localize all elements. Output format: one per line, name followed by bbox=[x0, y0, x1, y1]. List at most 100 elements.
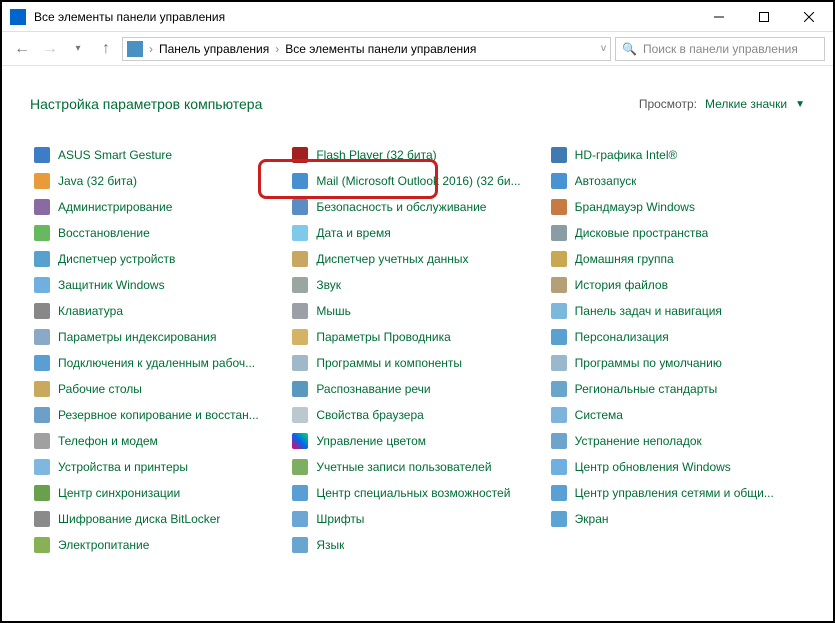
control-panel-item[interactable]: Автозапуск bbox=[547, 168, 805, 194]
control-panel-item[interactable]: Шрифты bbox=[288, 506, 546, 532]
control-panel-item[interactable]: Программы и компоненты bbox=[288, 350, 546, 376]
control-panel-item[interactable]: Центр управления сетями и общи... bbox=[547, 480, 805, 506]
control-panel-item[interactable]: Брандмауэр Windows bbox=[547, 194, 805, 220]
item-icon bbox=[292, 147, 308, 163]
item-label: Шрифты bbox=[316, 512, 364, 526]
item-label: Подключения к удаленным рабоч... bbox=[58, 356, 255, 370]
control-panel-item[interactable]: Администрирование bbox=[30, 194, 288, 220]
item-label: HD-графика Intel® bbox=[575, 148, 678, 162]
control-panel-item[interactable]: Распознавание речи bbox=[288, 376, 546, 402]
control-panel-item[interactable]: Клавиатура bbox=[30, 298, 288, 324]
item-label: Устройства и принтеры bbox=[58, 460, 188, 474]
control-panel-item[interactable]: Свойства браузера bbox=[288, 402, 546, 428]
item-icon bbox=[292, 355, 308, 371]
item-icon bbox=[34, 459, 50, 475]
control-panel-item[interactable]: Диспетчер учетных данных bbox=[288, 246, 546, 272]
control-panel-item[interactable]: Восстановление bbox=[30, 220, 288, 246]
items-grid: ASUS Smart GestureJava (32 бита)Админист… bbox=[30, 142, 805, 558]
control-panel-item[interactable]: Электропитание bbox=[30, 532, 288, 558]
control-panel-item[interactable]: HD-графика Intel® bbox=[547, 142, 805, 168]
control-panel-item[interactable]: Подключения к удаленным рабоч... bbox=[30, 350, 288, 376]
window-icon bbox=[10, 9, 26, 25]
control-panel-item[interactable]: Учетные записи пользователей bbox=[288, 454, 546, 480]
control-panel-item[interactable]: Региональные стандарты bbox=[547, 376, 805, 402]
item-label: Телефон и модем bbox=[58, 434, 158, 448]
control-panel-item[interactable]: Телефон и модем bbox=[30, 428, 288, 454]
item-label: Программы по умолчанию bbox=[575, 356, 722, 370]
control-panel-item[interactable]: Центр синхронизации bbox=[30, 480, 288, 506]
column-1: Flash Player (32 бита)Mail (Microsoft Ou… bbox=[288, 142, 546, 558]
search-input[interactable]: 🔍 Поиск в панели управления bbox=[615, 37, 825, 61]
control-panel-item[interactable]: Система bbox=[547, 402, 805, 428]
view-selector[interactable]: Просмотр: Мелкие значки ▼ bbox=[639, 97, 805, 111]
forward-button[interactable]: → bbox=[38, 37, 62, 61]
control-panel-item[interactable]: Звук bbox=[288, 272, 546, 298]
control-panel-item[interactable]: Мышь bbox=[288, 298, 546, 324]
control-panel-item[interactable]: Панель задач и навигация bbox=[547, 298, 805, 324]
item-label: Региональные стандарты bbox=[575, 382, 718, 396]
item-icon bbox=[34, 199, 50, 215]
item-icon bbox=[551, 251, 567, 267]
control-panel-item[interactable]: Программы по умолчанию bbox=[547, 350, 805, 376]
control-panel-item[interactable]: История файлов bbox=[547, 272, 805, 298]
control-panel-item[interactable]: Дата и время bbox=[288, 220, 546, 246]
control-panel-item[interactable]: Параметры Проводника bbox=[288, 324, 546, 350]
control-panel-item[interactable]: Домашняя группа bbox=[547, 246, 805, 272]
item-label: Автозапуск bbox=[575, 174, 637, 188]
control-panel-item[interactable]: Рабочие столы bbox=[30, 376, 288, 402]
item-icon bbox=[292, 303, 308, 319]
close-button[interactable] bbox=[786, 3, 831, 31]
item-icon bbox=[292, 329, 308, 345]
item-label: Клавиатура bbox=[58, 304, 123, 318]
control-panel-item[interactable]: Персонализация bbox=[547, 324, 805, 350]
control-panel-item[interactable]: Центр обновления Windows bbox=[547, 454, 805, 480]
content-area: Настройка параметров компьютера Просмотр… bbox=[2, 66, 833, 566]
maximize-button[interactable] bbox=[741, 3, 786, 31]
item-label: Мышь bbox=[316, 304, 351, 318]
item-icon bbox=[292, 407, 308, 423]
item-icon bbox=[292, 537, 308, 553]
item-label: Центр обновления Windows bbox=[575, 460, 731, 474]
recent-dropdown[interactable]: ▾ bbox=[66, 37, 90, 61]
item-icon bbox=[551, 173, 567, 189]
control-panel-item[interactable]: Резервное копирование и восстан... bbox=[30, 402, 288, 428]
control-panel-item[interactable]: Безопасность и обслуживание bbox=[288, 194, 546, 220]
control-panel-item[interactable]: Шифрование диска BitLocker bbox=[30, 506, 288, 532]
control-panel-item[interactable]: Защитник Windows bbox=[30, 272, 288, 298]
control-panel-item[interactable]: Flash Player (32 бита) bbox=[288, 142, 546, 168]
item-label: Резервное копирование и восстан... bbox=[58, 408, 259, 422]
control-panel-item[interactable]: ASUS Smart Gesture bbox=[30, 142, 288, 168]
column-0: ASUS Smart GestureJava (32 бита)Админист… bbox=[30, 142, 288, 558]
item-icon bbox=[551, 199, 567, 215]
item-label: Параметры Проводника bbox=[316, 330, 450, 344]
item-icon bbox=[292, 381, 308, 397]
control-panel-item[interactable]: Параметры индексирования bbox=[30, 324, 288, 350]
control-panel-item[interactable]: Диспетчер устройств bbox=[30, 246, 288, 272]
item-icon bbox=[292, 199, 308, 215]
minimize-button[interactable] bbox=[696, 3, 741, 31]
control-panel-item[interactable]: Устройства и принтеры bbox=[30, 454, 288, 480]
item-icon bbox=[34, 277, 50, 293]
control-panel-item[interactable]: Центр специальных возможностей bbox=[288, 480, 546, 506]
control-panel-item[interactable]: Mail (Microsoft Outlook 2016) (32 би... bbox=[288, 168, 546, 194]
back-button[interactable]: ← bbox=[10, 37, 34, 61]
item-icon bbox=[34, 355, 50, 371]
item-label: Панель задач и навигация bbox=[575, 304, 722, 318]
item-label: Устранение неполадок bbox=[575, 434, 702, 448]
breadcrumb-seg1[interactable]: Панель управления bbox=[159, 42, 269, 56]
control-panel-item[interactable]: Управление цветом bbox=[288, 428, 546, 454]
control-panel-item[interactable]: Устранение неполадок bbox=[547, 428, 805, 454]
control-panel-item[interactable]: Дисковые пространства bbox=[547, 220, 805, 246]
item-icon bbox=[34, 173, 50, 189]
control-panel-item[interactable]: Экран bbox=[547, 506, 805, 532]
control-panel-item[interactable]: Язык bbox=[288, 532, 546, 558]
item-icon bbox=[551, 355, 567, 371]
control-panel-item[interactable]: Java (32 бита) bbox=[30, 168, 288, 194]
item-icon bbox=[292, 225, 308, 241]
address-dropdown-icon[interactable]: v bbox=[601, 43, 606, 54]
address-bar[interactable]: › Панель управления › Все элементы панел… bbox=[122, 37, 611, 61]
navbar: ← → ▾ ↑ › Панель управления › Все элемен… bbox=[2, 32, 833, 66]
up-button[interactable]: ↑ bbox=[94, 37, 118, 61]
item-icon bbox=[551, 407, 567, 423]
breadcrumb-seg2[interactable]: Все элементы панели управления bbox=[285, 42, 476, 56]
